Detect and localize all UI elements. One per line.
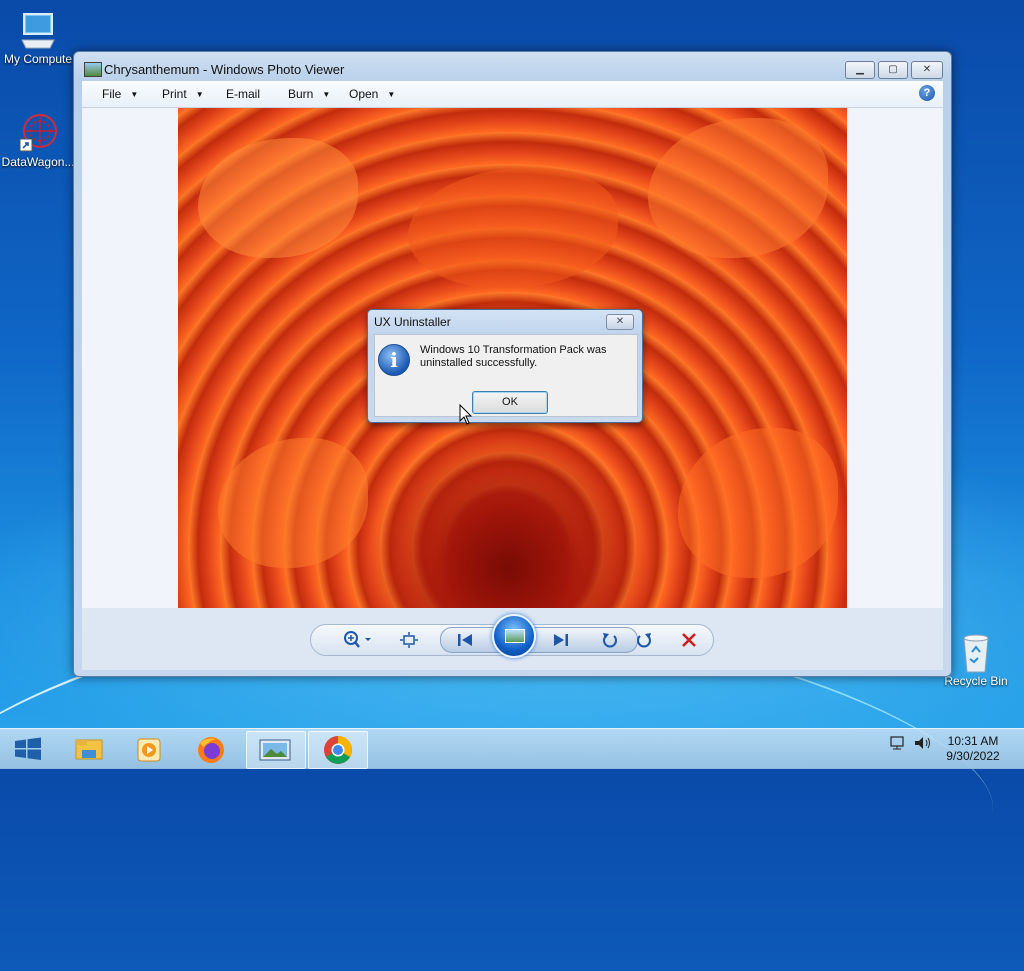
maximize-button[interactable]: ▢ (878, 61, 908, 79)
delete-button[interactable] (678, 630, 700, 650)
dialog-close-button[interactable]: ✕ (606, 314, 634, 330)
folder-icon (75, 739, 103, 760)
taskbar-media-player[interactable] (120, 731, 178, 767)
slideshow-icon (505, 629, 525, 643)
firefox-icon (198, 737, 224, 763)
playback-controls (82, 608, 943, 670)
close-icon: ✕ (922, 64, 932, 75)
dialog-body: i Windows 10 Transformation Pack was uni… (374, 334, 638, 417)
chevron-down-icon: ▼ (322, 90, 331, 99)
computer-icon (18, 10, 58, 50)
clock-time: 10:31 AM (947, 734, 999, 748)
chevron-down-icon: ▼ (130, 90, 139, 99)
information-icon: i (378, 344, 410, 376)
actual-size-button[interactable] (398, 630, 420, 650)
volume-icon[interactable] (913, 733, 933, 756)
menu-open[interactable]: Open ▼ (349, 87, 395, 101)
close-button[interactable]: ✕ (911, 61, 943, 79)
next-button[interactable] (550, 630, 572, 650)
windows-logo-icon (15, 737, 41, 760)
previous-icon (458, 634, 472, 646)
menu-email[interactable]: E-mail (226, 87, 260, 101)
ok-button[interactable]: OK (472, 391, 548, 414)
title-bar[interactable]: Chrysanthemum - Windows Photo Viewer ▁ ▢… (74, 52, 951, 82)
actual-size-icon (400, 632, 418, 648)
minimize-button[interactable]: ▁ (845, 61, 875, 79)
menu-print[interactable]: Print ▼ (162, 87, 204, 101)
recycle-bin-icon (956, 632, 996, 673)
taskbar: 10:31 AM 9/30/2022 (0, 728, 1024, 769)
menu-file[interactable]: File ▼ (102, 87, 138, 101)
chevron-down-icon: ▼ (387, 90, 396, 99)
taskbar-chrome[interactable] (308, 731, 368, 769)
datawagon-icon (18, 113, 58, 153)
taskbar-photo-viewer[interactable] (246, 731, 306, 769)
minimize-icon: ▁ (856, 64, 864, 75)
slideshow-button[interactable] (492, 614, 536, 658)
desktop-icon-datawagon[interactable]: DataWagon... (0, 113, 76, 169)
previous-button[interactable] (454, 630, 476, 650)
photo-viewer-app-icon (84, 62, 102, 77)
dialog-title: UX Uninstaller (374, 315, 451, 329)
dialog-message: Windows 10 Transformation Pack was unins… (420, 344, 607, 369)
desktop-icon-my-computer[interactable]: My Compute (0, 10, 76, 66)
taskbar-file-explorer[interactable] (60, 731, 118, 767)
help-icon[interactable]: ? (919, 85, 935, 101)
close-icon: ✕ (615, 316, 625, 327)
zoom-icon (344, 631, 371, 648)
photo-viewer-icon (259, 739, 291, 761)
menu-bar: File ▼ Print ▼ E-mail Burn ▼ Open ▼ ? (82, 81, 943, 108)
clock-date: 9/30/2022 (946, 749, 1000, 763)
window-title: Chrysanthemum - Windows Photo Viewer (104, 62, 345, 77)
rotate-cw-button[interactable] (633, 630, 655, 650)
uninstaller-dialog: UX Uninstaller ✕ i Windows 10 Transforma… (367, 309, 643, 423)
restore-icon: ▢ (888, 64, 898, 75)
taskbar-firefox[interactable] (182, 731, 240, 767)
network-icon[interactable] (889, 733, 909, 756)
chevron-down-icon: ▼ (195, 90, 204, 99)
clock[interactable]: 10:31 AM 9/30/2022 (938, 734, 1008, 764)
delete-icon (682, 633, 696, 647)
start-button[interactable] (0, 731, 58, 767)
next-icon (554, 634, 568, 646)
media-player-icon (137, 738, 161, 762)
chrome-icon (324, 736, 352, 764)
menu-burn[interactable]: Burn ▼ (288, 87, 330, 101)
rotate-ccw-icon (603, 633, 617, 648)
rotate-ccw-button[interactable] (599, 630, 621, 650)
rotate-cw-icon (637, 633, 651, 648)
zoom-button[interactable] (340, 630, 374, 650)
